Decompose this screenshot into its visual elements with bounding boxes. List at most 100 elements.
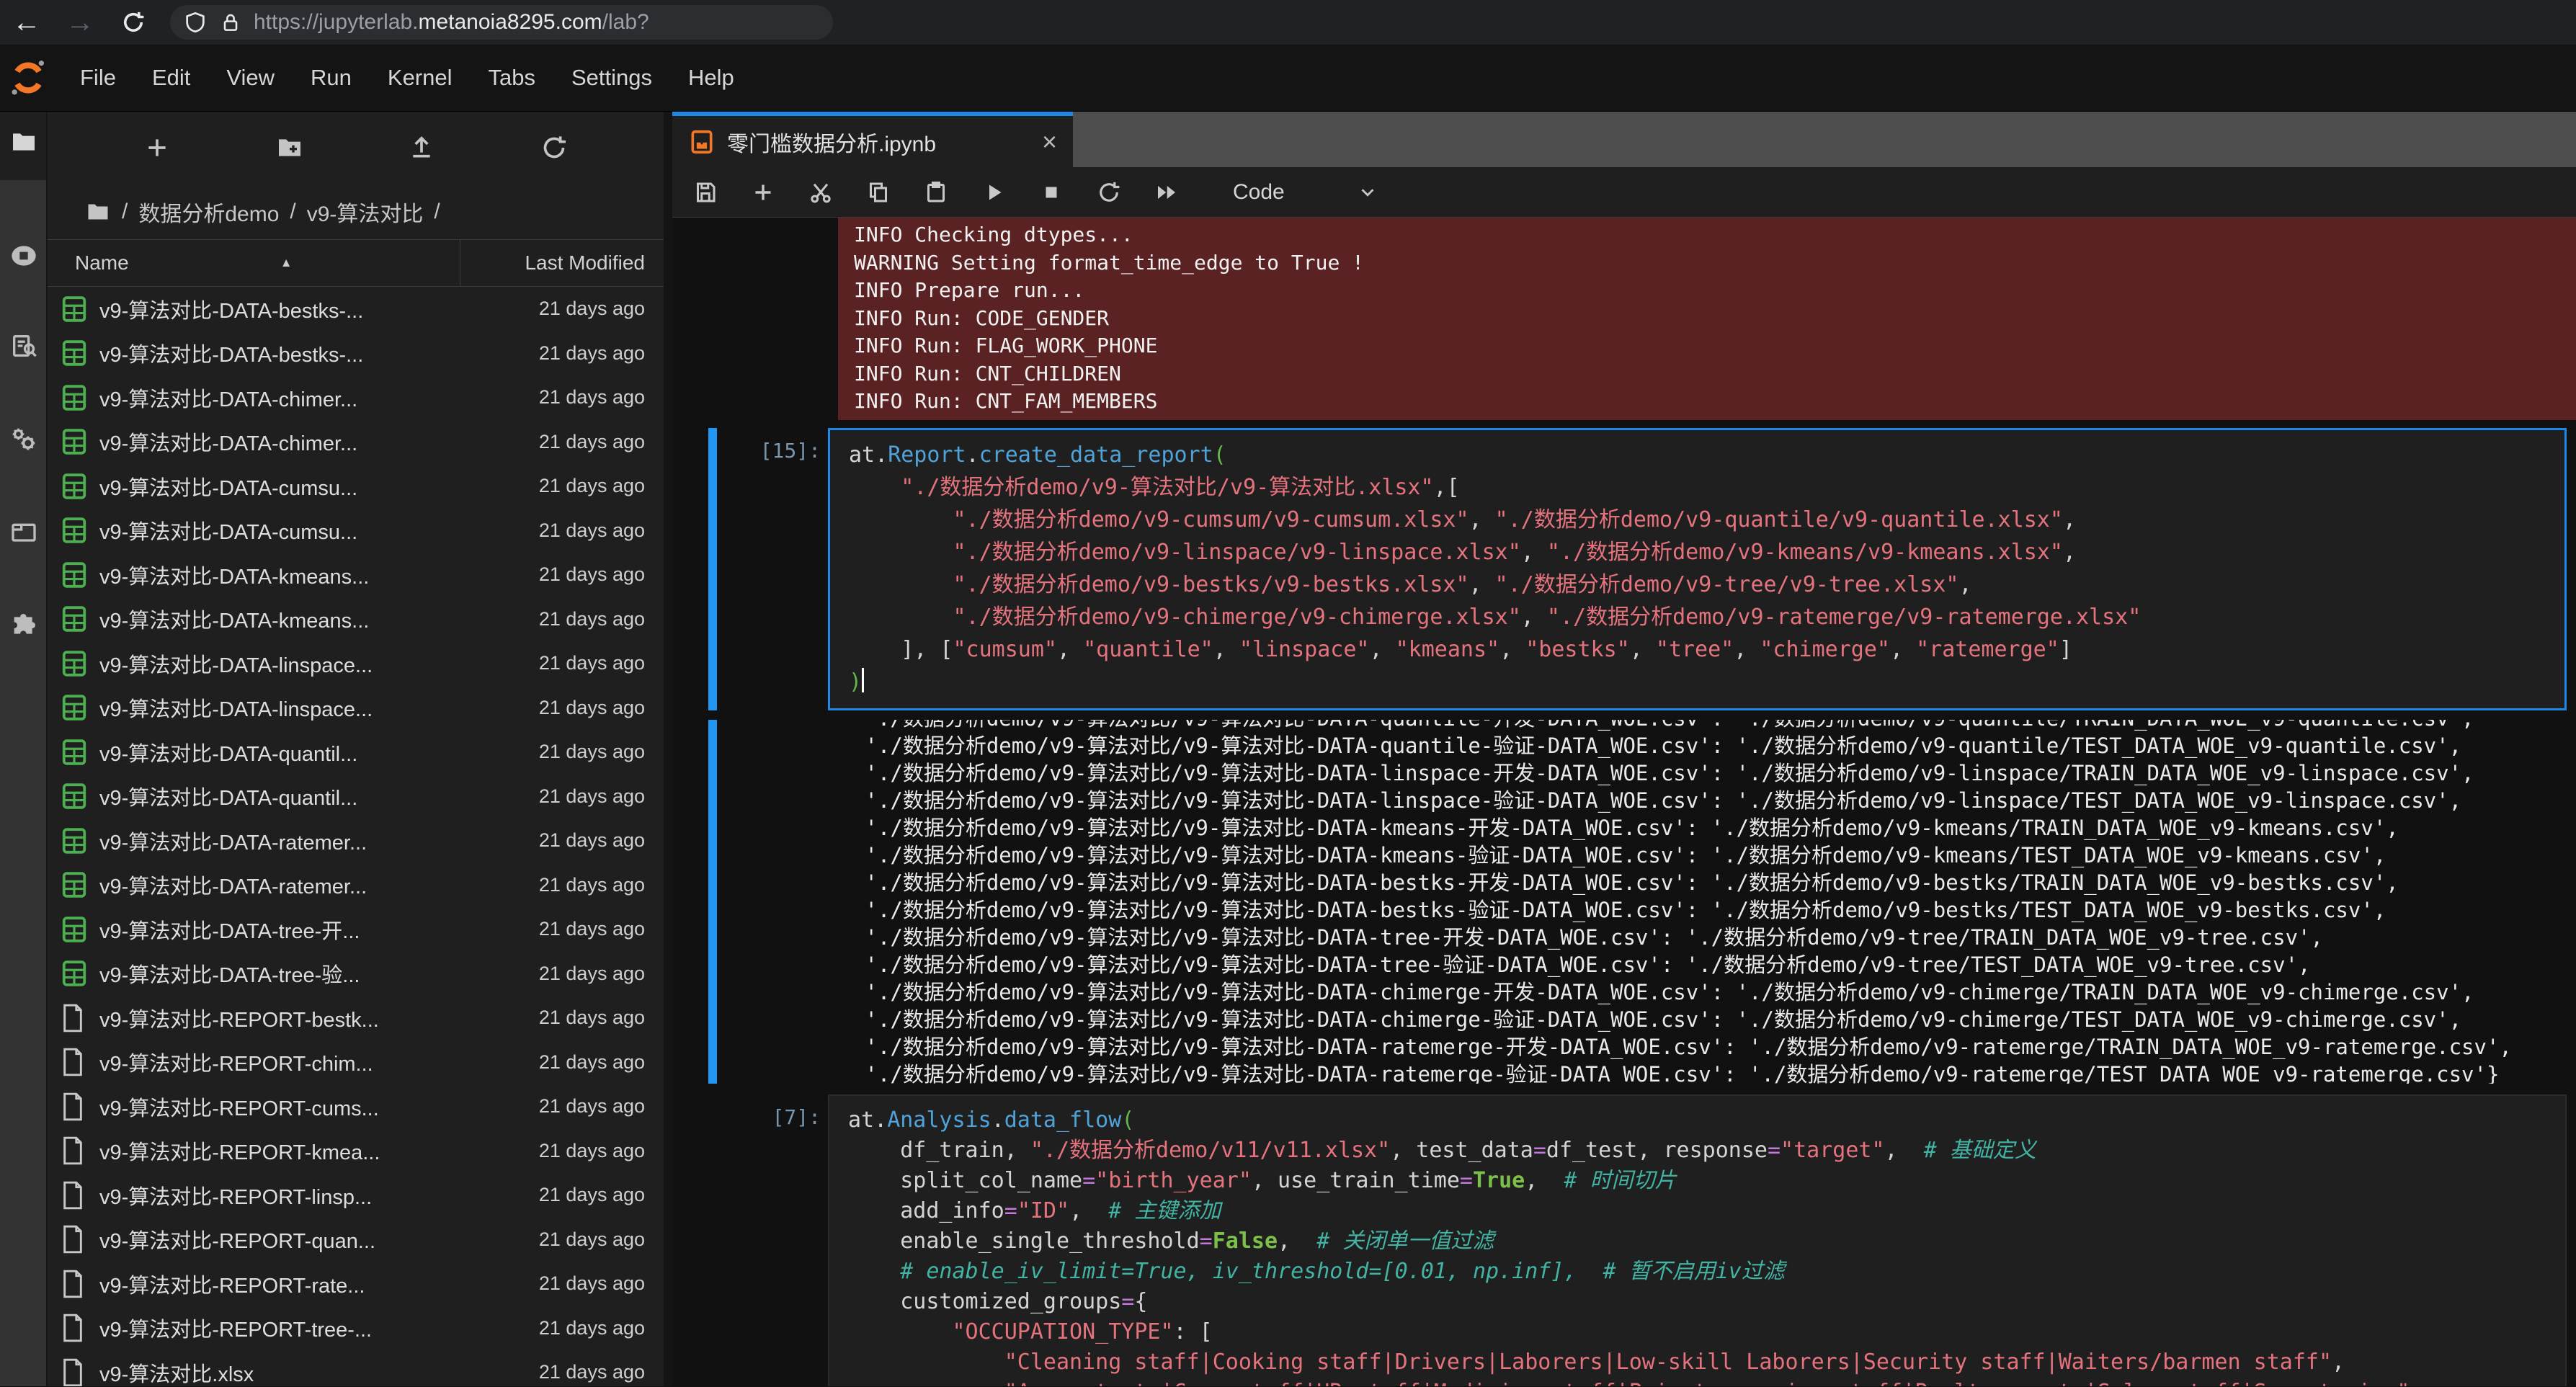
stderr-output: INFO Checking dtypes...WARNING Setting f… bbox=[838, 218, 2576, 420]
refresh-icon[interactable] bbox=[540, 133, 569, 162]
file-list-item[interactable]: v9-算法对比-DATA-kmeans...21 days ago bbox=[48, 597, 664, 642]
upload-icon[interactable] bbox=[407, 133, 436, 162]
code-editor-7[interactable]: at.Analysis.data_flow( df_train, "./数据分析… bbox=[828, 1094, 2567, 1386]
file-list-item[interactable]: v9-算法对比-DATA-bestks-... 21 days ago bbox=[48, 287, 664, 331]
file-name: v9-算法对比-REPORT-linsp... bbox=[99, 1180, 372, 1210]
panel-divider[interactable] bbox=[664, 112, 672, 1386]
breadcrumb-folder-v9[interactable]: v9-算法对比 bbox=[307, 196, 424, 228]
url-bar[interactable]: https://jupyterlab.metanoia8295.com/lab? bbox=[170, 5, 833, 40]
open-tabs-icon[interactable] bbox=[9, 519, 38, 548]
file-list-item[interactable]: v9-算法对比-REPORT-tree-...21 days ago bbox=[48, 1306, 664, 1351]
stop-kernel-icon[interactable] bbox=[1038, 179, 1064, 205]
notebook-area: 零门槛数据分析.ipynb × Code INFO Checking dtype… bbox=[672, 112, 2576, 1386]
file-modified: 21 days ago bbox=[539, 1272, 664, 1295]
file-list-item[interactable]: v9-算法对比-DATA-linspace...21 days ago bbox=[48, 686, 664, 731]
spreadsheet-icon bbox=[61, 870, 88, 900]
output-cell-15: './数据分析demo/v9-算法对比/v9-算法对比-DATA-quantil… bbox=[672, 720, 2576, 1084]
save-icon[interactable] bbox=[692, 179, 718, 205]
breadcrumb-folder-demo[interactable]: 数据分析demo bbox=[138, 196, 279, 228]
file-name: v9-算法对比-DATA-bestks-... bbox=[99, 294, 363, 324]
file-list-item[interactable]: v9-算法对比-DATA-cumsu...21 days ago bbox=[48, 464, 664, 509]
browser-back-button[interactable]: ← bbox=[0, 6, 53, 39]
notebook-content: INFO Checking dtypes...WARNING Setting f… bbox=[672, 218, 2576, 1386]
file-list-item[interactable]: v9-算法对比-REPORT-bestk...21 days ago bbox=[48, 996, 664, 1040]
home-folder-icon[interactable] bbox=[85, 199, 111, 225]
cell-collapser[interactable] bbox=[708, 428, 717, 710]
file-name: v9-算法对比-DATA-ratemer... bbox=[99, 870, 367, 900]
restart-run-all-icon[interactable] bbox=[1154, 179, 1180, 205]
file-name: v9-算法对比-DATA-tree-开... bbox=[99, 914, 360, 945]
file-browser-icon[interactable] bbox=[9, 128, 38, 156]
file-modified: 21 days ago bbox=[539, 431, 664, 453]
run-cell-icon[interactable] bbox=[981, 179, 1007, 205]
file-modified: 21 days ago bbox=[539, 519, 664, 542]
menu-tabs[interactable]: Tabs bbox=[471, 65, 553, 91]
cut-cells-icon[interactable] bbox=[808, 179, 834, 205]
document-icon bbox=[61, 1313, 85, 1343]
code-editor-15[interactable]: at.Report.create_data_report( "./数据分析dem… bbox=[828, 428, 2567, 710]
spreadsheet-icon bbox=[61, 648, 88, 679]
file-list-item[interactable]: v9-算法对比-REPORT-quan...21 days ago bbox=[48, 1218, 664, 1262]
file-list-item[interactable]: v9-算法对比-DATA-linspace...21 days ago bbox=[48, 641, 664, 686]
file-list-item[interactable]: v9-算法对比-DATA-quantil...21 days ago bbox=[48, 775, 664, 819]
restart-kernel-icon[interactable] bbox=[1096, 179, 1122, 205]
column-last-modified[interactable]: Last Modified bbox=[525, 251, 664, 275]
breadcrumb: / 数据分析demo / v9-算法对比 / bbox=[48, 184, 664, 239]
browser-forward-button[interactable]: → bbox=[53, 6, 107, 39]
file-list-item[interactable]: v9-算法对比-REPORT-cums...21 days ago bbox=[48, 1084, 664, 1129]
sort-ascending-icon[interactable]: ▲ bbox=[280, 256, 293, 270]
breadcrumb-sep: / bbox=[122, 200, 128, 224]
menu-file[interactable]: File bbox=[62, 65, 134, 91]
file-list-item[interactable]: v9-算法对比-DATA-ratemer...21 days ago bbox=[48, 819, 664, 863]
jupyter-logo-icon bbox=[7, 57, 49, 99]
output-collapser[interactable] bbox=[708, 720, 717, 1084]
file-list-item[interactable]: v9-算法对比.xlsx21 days ago bbox=[48, 1350, 664, 1386]
file-name: v9-算法对比-DATA-cumsu... bbox=[99, 515, 357, 545]
file-modified: 21 days ago bbox=[539, 1140, 664, 1162]
file-list-item[interactable]: v9-算法对比-DATA-tree-验...21 days ago bbox=[48, 952, 664, 996]
property-inspector-icon[interactable] bbox=[9, 425, 38, 454]
lock-icon[interactable] bbox=[219, 11, 242, 34]
paste-cells-icon[interactable] bbox=[923, 179, 949, 205]
running-sessions-icon[interactable] bbox=[9, 241, 38, 270]
file-list-item[interactable]: v9-算法对比-REPORT-kmea...21 days ago bbox=[48, 1129, 664, 1174]
file-list-item[interactable]: v9-算法对比-REPORT-linsp...21 days ago bbox=[48, 1173, 664, 1218]
browser-reload-button[interactable] bbox=[107, 9, 160, 35]
spreadsheet-icon bbox=[61, 294, 88, 324]
file-list-item[interactable]: v9-算法对比-DATA-cumsu... 21 days ago bbox=[48, 509, 664, 553]
cell-type-select[interactable]: Code bbox=[1233, 180, 1285, 205]
breadcrumb-sep: / bbox=[290, 200, 295, 224]
column-name[interactable]: Name bbox=[48, 251, 129, 275]
tab-close-icon[interactable]: × bbox=[1042, 127, 1057, 157]
new-folder-icon[interactable] bbox=[275, 133, 304, 162]
file-list-header: Name ▲ Last Modified bbox=[48, 239, 664, 287]
file-list-item[interactable]: v9-算法对比-DATA-kmeans...21 days ago bbox=[48, 553, 664, 597]
menu-view[interactable]: View bbox=[208, 65, 293, 91]
extension-manager-icon[interactable] bbox=[9, 611, 38, 640]
menu-help[interactable]: Help bbox=[670, 65, 752, 91]
document-icon bbox=[61, 1224, 85, 1254]
menu-settings[interactable]: Settings bbox=[553, 65, 670, 91]
file-list-item[interactable]: v9-算法对比-DATA-quantil...21 days ago bbox=[48, 730, 664, 775]
menu-run[interactable]: Run bbox=[293, 65, 370, 91]
menu-edit[interactable]: Edit bbox=[134, 65, 208, 91]
file-list-item[interactable]: v9-算法对比-DATA-chimer...21 days ago bbox=[48, 375, 664, 420]
file-list-item[interactable]: v9-算法对比-DATA-bestks-...21 days ago bbox=[48, 331, 664, 376]
copy-cells-icon[interactable] bbox=[865, 179, 891, 205]
file-modified: 21 days ago bbox=[539, 1007, 664, 1029]
shield-icon[interactable] bbox=[183, 10, 208, 35]
table-of-contents-icon[interactable] bbox=[9, 331, 38, 360]
file-list-item[interactable]: v9-算法对比-REPORT-chim...21 days ago bbox=[48, 1040, 664, 1085]
file-list-item[interactable]: v9-算法对比-DATA-tree-开...21 days ago bbox=[48, 907, 664, 952]
file-modified: 21 days ago bbox=[539, 298, 664, 320]
notebook-tab[interactable]: 零门槛数据分析.ipynb × bbox=[672, 112, 1073, 167]
file-name: v9-算法对比-DATA-chimer... bbox=[99, 383, 357, 413]
new-launcher-icon[interactable] bbox=[143, 133, 171, 162]
file-list-item[interactable]: v9-算法对比-REPORT-rate...21 days ago bbox=[48, 1262, 664, 1306]
menu-kernel[interactable]: Kernel bbox=[370, 65, 471, 91]
file-list-item[interactable]: v9-算法对比-DATA-ratemer...21 days ago bbox=[48, 863, 664, 908]
add-cell-icon[interactable] bbox=[750, 179, 776, 205]
spreadsheet-icon bbox=[61, 958, 88, 989]
chevron-down-icon[interactable] bbox=[1357, 182, 1378, 203]
file-list-item[interactable]: v9-算法对比-DATA-chimer...21 days ago bbox=[48, 420, 664, 465]
